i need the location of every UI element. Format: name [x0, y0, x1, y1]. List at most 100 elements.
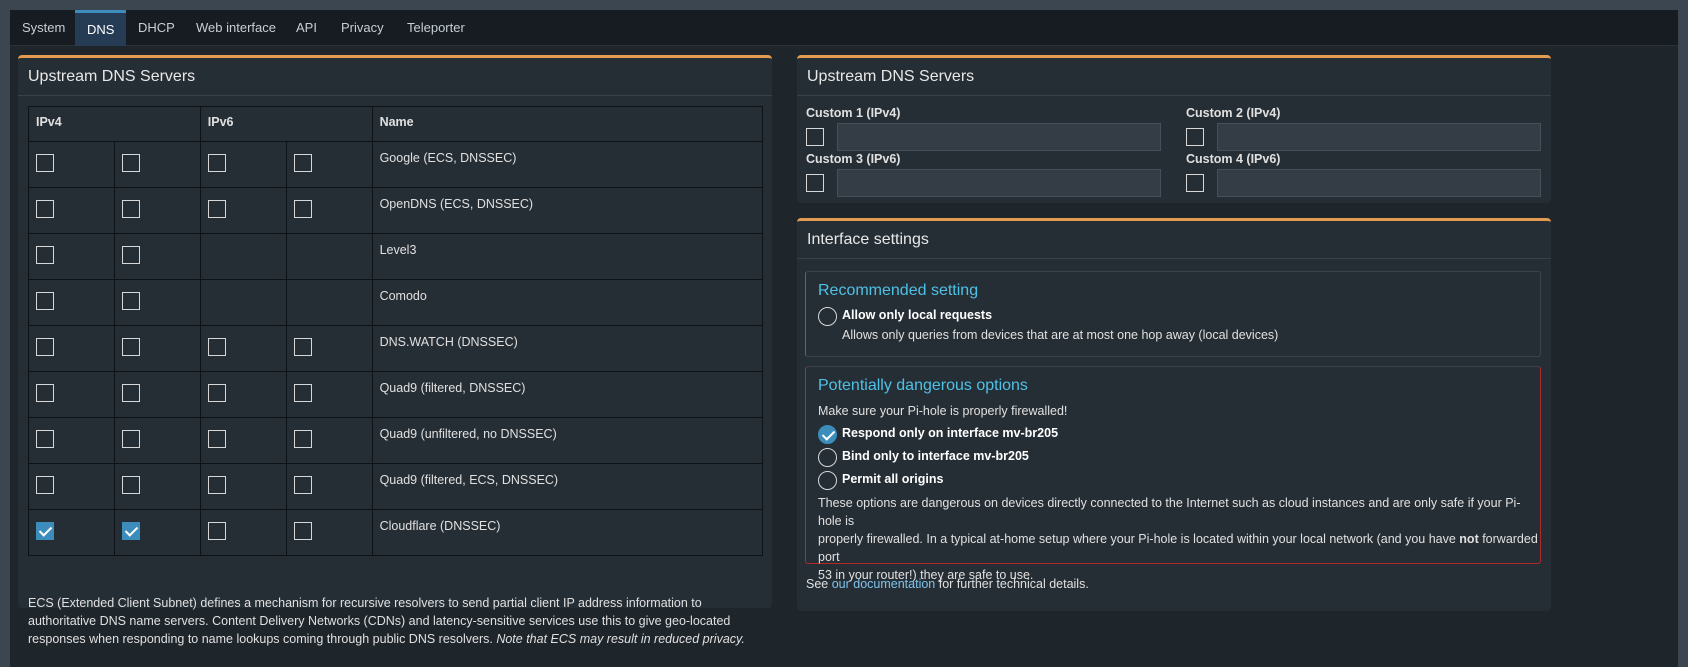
ipv6-primary-cell [199, 509, 287, 556]
ipv4-primary-checkbox[interactable] [36, 154, 54, 172]
recommended-title: Recommended setting [818, 282, 979, 299]
ipv4-secondary-checkbox[interactable] [121, 292, 140, 310]
allow-local-radio[interactable] [818, 307, 837, 326]
empty-cell [199, 279, 287, 326]
ipv4-secondary-cell [113, 279, 201, 326]
ipv6-secondary-cell [285, 371, 373, 418]
ipv6-primary-checkbox[interactable] [207, 154, 226, 172]
custom-dns-panel: Upstream DNS Servers Custom 1 (IPv4) Cus… [797, 55, 1551, 203]
table-row: Comodo [28, 279, 764, 326]
custom-4-input[interactable] [1217, 169, 1541, 197]
ipv6-primary-checkbox[interactable] [207, 430, 226, 448]
server-name: Quad9 (unfiltered, no DNSSEC) [371, 417, 764, 464]
ipv6-secondary-cell [285, 141, 373, 188]
tab-dhcp[interactable]: DHCP [126, 10, 187, 46]
tab-dns[interactable]: DNS [75, 10, 127, 46]
bind-only-interface-radio[interactable] [818, 448, 837, 467]
ipv4-primary-cell [28, 187, 115, 234]
ipv4-primary-cell [28, 325, 115, 372]
allow-local-label[interactable]: Allow only local requests [842, 308, 992, 322]
server-name: DNS.WATCH (DNSSEC) [371, 325, 764, 372]
ipv4-secondary-checkbox[interactable] [121, 476, 140, 494]
documentation-link[interactable]: our documentation [832, 577, 936, 591]
custom-2-input[interactable] [1217, 123, 1541, 151]
ipv4-secondary-checkbox[interactable] [121, 384, 140, 402]
custom-3-checkbox[interactable] [806, 174, 824, 192]
ipv4-secondary-checkbox[interactable] [121, 338, 140, 356]
ipv6-primary-checkbox[interactable] [207, 476, 226, 494]
danger-description-line-1: These options are dangerous on devices d… [818, 496, 1521, 528]
ipv4-secondary-checkbox[interactable] [121, 430, 140, 448]
ipv4-primary-cell [28, 141, 115, 188]
ipv6-primary-checkbox[interactable] [207, 522, 226, 540]
ipv4-secondary-checkbox[interactable] [121, 522, 140, 540]
custom-1-checkbox[interactable] [806, 128, 824, 146]
ipv6-primary-checkbox[interactable] [207, 338, 226, 356]
ipv4-primary-cell [28, 279, 115, 326]
ipv4-primary-checkbox[interactable] [36, 200, 54, 218]
table-row: Level3 [28, 233, 764, 280]
permit-all-origins-label[interactable]: Permit all origins [842, 472, 943, 486]
ipv6-secondary-checkbox[interactable] [293, 200, 312, 218]
ipv6-secondary-checkbox[interactable] [293, 522, 312, 540]
custom-2-checkbox[interactable] [1186, 128, 1204, 146]
ipv6-primary-checkbox[interactable] [207, 200, 226, 218]
ipv4-primary-checkbox[interactable] [36, 338, 54, 356]
ipv6-primary-cell [199, 325, 287, 372]
ipv6-primary-cell [199, 463, 287, 510]
header-name: Name [371, 106, 764, 142]
see-documentation: See our documentation for further techni… [806, 575, 1089, 593]
ipv4-secondary-checkbox[interactable] [121, 200, 140, 218]
ipv4-primary-checkbox[interactable] [36, 384, 54, 402]
header-ipv6: IPv6 [199, 106, 373, 142]
ipv6-secondary-cell [285, 417, 373, 464]
ipv6-secondary-checkbox[interactable] [293, 154, 312, 172]
tab-privacy[interactable]: Privacy [329, 10, 396, 46]
ipv6-secondary-checkbox[interactable] [293, 430, 312, 448]
respond-only-interface-radio[interactable] [818, 425, 837, 444]
tab-api[interactable]: API [284, 10, 329, 46]
ipv4-secondary-checkbox[interactable] [121, 246, 140, 264]
tab-bar: System DNS DHCP Web interface API Privac… [10, 10, 1678, 46]
respond-only-interface-label[interactable]: Respond only on interface mv-br205 [842, 426, 1058, 440]
server-name: Quad9 (filtered, DNSSEC) [371, 371, 764, 418]
tab-web-interface[interactable]: Web interface [184, 10, 288, 46]
ipv4-primary-checkbox[interactable] [36, 430, 54, 448]
ipv6-primary-cell [199, 371, 287, 418]
table-header-row: IPv4 IPv6 Name [28, 106, 764, 142]
tab-teleporter[interactable]: Teleporter [395, 10, 477, 46]
custom-4-checkbox[interactable] [1186, 174, 1204, 192]
dangerous-title: Potentially dangerous options [818, 377, 1028, 394]
server-name: Google (ECS, DNSSEC) [371, 141, 764, 188]
ipv6-secondary-checkbox[interactable] [293, 384, 312, 402]
ipv4-primary-checkbox[interactable] [36, 522, 54, 540]
bind-only-interface-label[interactable]: Bind only to interface mv-br205 [842, 449, 1029, 463]
ipv6-secondary-cell [285, 509, 373, 556]
see-prefix: See [806, 577, 832, 591]
ipv4-secondary-cell [113, 187, 201, 234]
table-row: Google (ECS, DNSSEC) [28, 141, 764, 188]
ipv6-secondary-checkbox[interactable] [293, 338, 312, 356]
ipv4-secondary-cell [113, 463, 201, 510]
ipv6-primary-checkbox[interactable] [207, 384, 226, 402]
ipv4-primary-cell [28, 371, 115, 418]
ipv4-primary-checkbox[interactable] [36, 476, 54, 494]
ipv6-secondary-cell [285, 187, 373, 234]
ipv4-primary-checkbox[interactable] [36, 246, 54, 264]
tab-system[interactable]: System [10, 10, 77, 46]
server-name: Quad9 (filtered, ECS, DNSSEC) [371, 463, 764, 510]
server-name: Cloudflare (DNSSEC) [371, 509, 764, 556]
ipv4-primary-checkbox[interactable] [36, 292, 54, 310]
ipv4-secondary-checkbox[interactable] [121, 154, 140, 172]
danger-description-line-2: properly firewalled. In a typical at-hom… [818, 530, 1538, 566]
ipv4-secondary-cell [113, 371, 201, 418]
firewall-warning: Make sure your Pi-hole is properly firew… [818, 404, 1068, 418]
custom-1-input[interactable] [837, 123, 1161, 151]
see-suffix: for further technical details. [935, 577, 1089, 591]
table-row: Quad9 (filtered, ECS, DNSSEC) [28, 463, 764, 510]
ipv6-secondary-checkbox[interactable] [293, 476, 312, 494]
custom-3-input[interactable] [837, 169, 1161, 197]
ipv4-primary-cell [28, 509, 115, 556]
danger-text-not: not [1459, 532, 1479, 546]
permit-all-origins-radio[interactable] [818, 471, 837, 490]
